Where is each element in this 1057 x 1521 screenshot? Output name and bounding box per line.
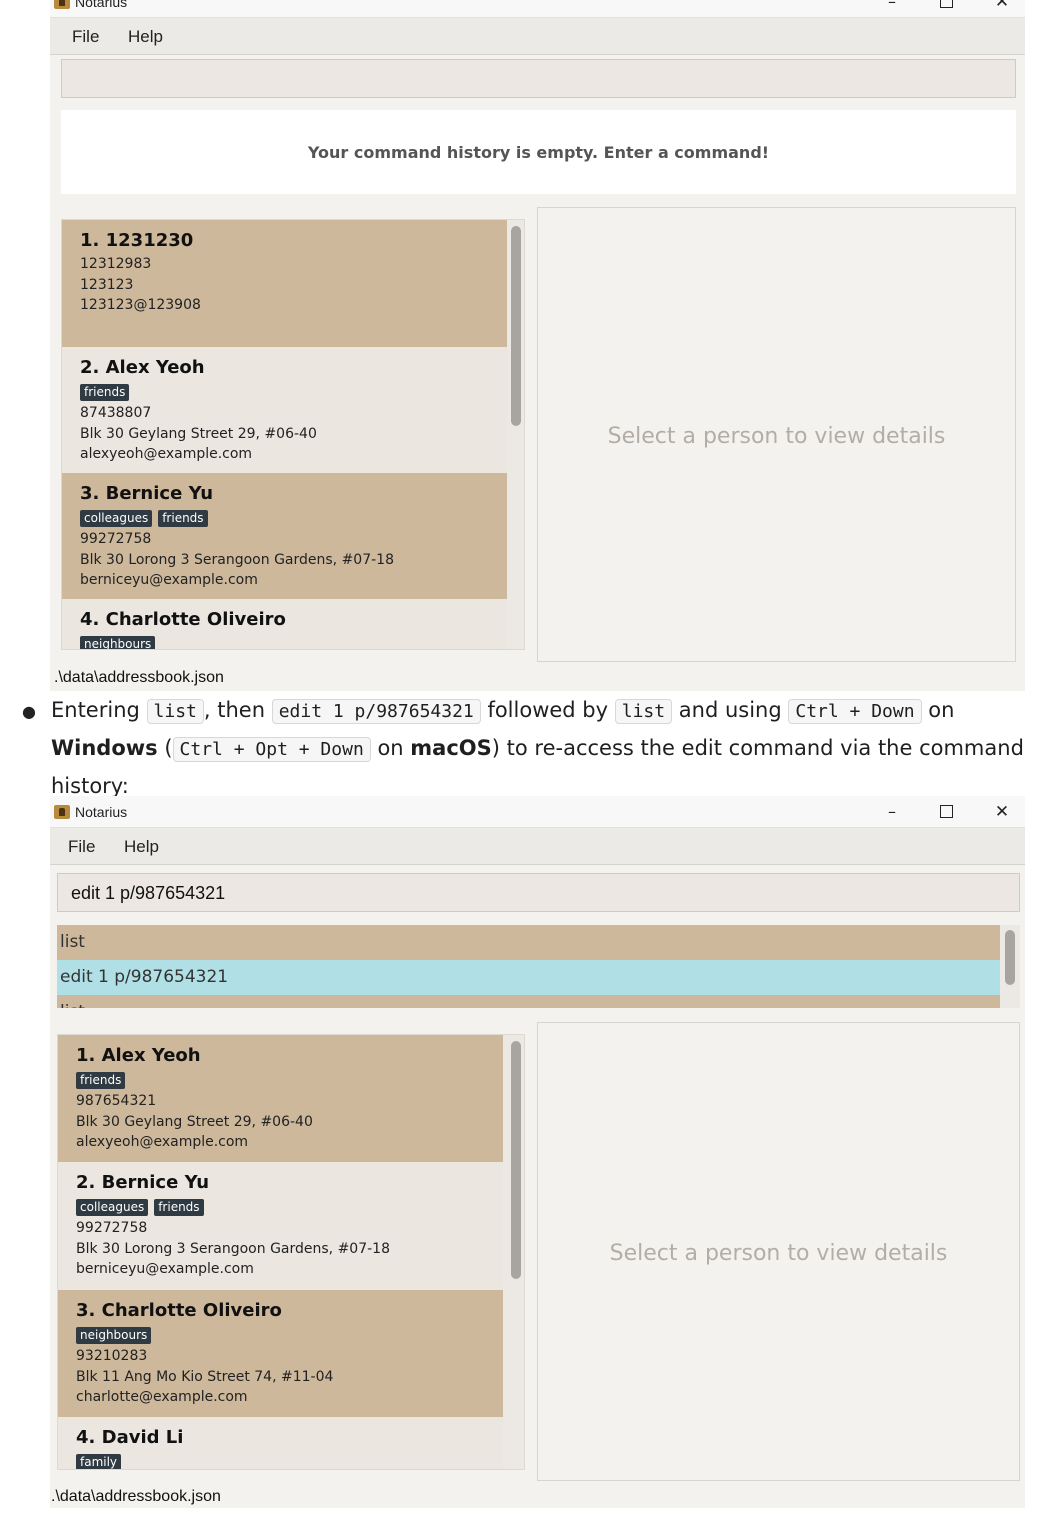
- tag-badge: neighbours: [80, 636, 156, 649]
- person-list[interactable]: 1. Alex Yeoh friends 987654321 Blk 30 Ge…: [57, 1034, 525, 1470]
- person-card[interactable]: 1. 1231230 12312983 123123 123123@123908: [62, 220, 507, 347]
- minimize-icon[interactable]: –: [872, 800, 912, 824]
- history-empty-message: Your command history is empty. Enter a c…: [307, 143, 770, 162]
- history-item[interactable]: list: [57, 995, 1000, 1008]
- command-input[interactable]: edit 1 p/987654321: [57, 873, 1020, 912]
- scrollbar-thumb[interactable]: [511, 226, 521, 426]
- person-name: 3. Charlotte Oliveiro: [76, 1300, 282, 1321]
- person-address: Blk 30 Geylang Street 29, #06-40: [80, 425, 317, 442]
- person-address: Blk 11 Ang Mo Kio Street 74, #11-04: [76, 1368, 334, 1385]
- detail-placeholder: Select a person to view details: [607, 424, 946, 449]
- code-edit: edit 1 p/987654321: [271, 699, 481, 724]
- close-icon[interactable]: ✕: [982, 0, 1022, 14]
- menu-file[interactable]: File: [72, 27, 99, 47]
- person-name: 4. Charlotte Oliveiro: [80, 609, 286, 630]
- person-phone: 12312983: [80, 256, 152, 272]
- title-bar: Notarius – ✕: [50, 0, 1025, 18]
- person-card[interactable]: 2. Bernice Yu colleagues friends 99272758…: [58, 1162, 503, 1290]
- menu-bar: File Help: [50, 18, 1025, 55]
- person-card[interactable]: 3. Charlotte Oliveiro neighbours 9321028…: [58, 1290, 503, 1417]
- maximize-icon[interactable]: [926, 0, 966, 14]
- code-list: list: [614, 699, 673, 724]
- person-email: berniceyu@example.com: [80, 572, 258, 588]
- code-ctrl-opt-down: Ctrl + Opt + Down: [172, 737, 371, 762]
- instruction-text: Entering list, then edit 1 p/987654321 f…: [51, 698, 1024, 798]
- detail-placeholder: Select a person to view details: [609, 1241, 948, 1266]
- code-list: list: [146, 699, 204, 724]
- scrollbar-thumb[interactable]: [1005, 930, 1015, 985]
- person-list[interactable]: 1. 1231230 12312983 123123 123123@123908…: [61, 219, 525, 650]
- menu-help[interactable]: Help: [128, 27, 163, 47]
- menu-file[interactable]: File: [68, 837, 95, 857]
- command-history-list[interactable]: list edit 1 p/987654321 list: [57, 925, 1020, 1008]
- person-email: alexyeoh@example.com: [80, 446, 253, 462]
- person-name: 2. Alex Yeoh: [80, 357, 205, 378]
- detail-panel: Select a person to view details: [537, 207, 1016, 662]
- person-name: 1. Alex Yeoh: [76, 1045, 201, 1066]
- person-email: 123123@123908: [80, 297, 201, 313]
- tag-badge: family: [76, 1454, 122, 1469]
- person-email: berniceyu@example.com: [76, 1261, 254, 1277]
- tag-badge: colleagues: [76, 1199, 149, 1216]
- person-phone: 99272758: [76, 1220, 148, 1236]
- menu-help[interactable]: Help: [124, 837, 159, 857]
- app-icon: [54, 0, 70, 9]
- command-history-panel: Your command history is empty. Enter a c…: [61, 110, 1016, 194]
- person-name: 4. David Li: [76, 1427, 184, 1448]
- person-card[interactable]: 4. Charlotte Oliveiro neighbours: [62, 599, 507, 649]
- status-bar-path: .\data\addressbook.json: [51, 1488, 221, 1505]
- person-address: Blk 30 Geylang Street 29, #06-40: [76, 1113, 313, 1130]
- tag-badge: neighbours: [76, 1327, 152, 1344]
- app-icon: [54, 805, 70, 819]
- scrollbar-thumb[interactable]: [511, 1041, 521, 1279]
- person-email: charlotte@example.com: [76, 1389, 248, 1405]
- tag-badge: friends: [158, 510, 208, 527]
- person-email: alexyeoh@example.com: [76, 1134, 249, 1150]
- person-phone: 87438807: [80, 405, 152, 421]
- code-ctrl-down: Ctrl + Down: [788, 699, 922, 724]
- tag-badge: friends: [76, 1072, 126, 1089]
- command-input[interactable]: [61, 59, 1016, 98]
- menu-bar: File Help: [50, 828, 1025, 865]
- history-item[interactable]: list: [57, 925, 1000, 960]
- history-item-selected[interactable]: edit 1 p/987654321: [57, 960, 1000, 995]
- tag-badge: colleagues: [80, 510, 153, 527]
- person-phone: 99272758: [80, 531, 152, 547]
- person-phone: 987654321: [76, 1093, 157, 1109]
- title-bar: Notarius – ✕: [50, 796, 1025, 828]
- person-card[interactable]: 3. Bernice Yu colleagues friends 99272758…: [62, 473, 507, 599]
- maximize-icon[interactable]: [926, 800, 966, 824]
- person-card[interactable]: 2. Alex Yeoh friends 87438807 Blk 30 Gey…: [62, 347, 507, 473]
- person-phone: 93210283: [76, 1348, 148, 1364]
- person-card[interactable]: 4. David Li family: [58, 1417, 503, 1469]
- person-name: 1. 1231230: [80, 230, 194, 251]
- window-title: Notarius: [75, 804, 128, 820]
- window-title: Notarius: [75, 0, 128, 10]
- tag-badge: friends: [80, 384, 130, 401]
- tag-badge: friends: [154, 1199, 204, 1216]
- app-window-1: Notarius – ✕ File Help Your command hist…: [50, 0, 1025, 691]
- person-address: Blk 30 Lorong 3 Serangoon Gardens, #07-1…: [80, 551, 394, 568]
- app-window-2: Notarius – ✕ File Help edit 1 p/98765432…: [50, 796, 1025, 1508]
- detail-panel: Select a person to view details: [537, 1022, 1020, 1481]
- close-icon[interactable]: ✕: [982, 800, 1022, 824]
- person-name: 2. Bernice Yu: [76, 1172, 210, 1193]
- person-card[interactable]: 1. Alex Yeoh friends 987654321 Blk 30 Ge…: [58, 1035, 503, 1162]
- status-bar-path: .\data\addressbook.json: [54, 669, 224, 686]
- person-name: 3. Bernice Yu: [80, 483, 214, 504]
- person-address: 123123: [80, 276, 134, 293]
- person-address: Blk 30 Lorong 3 Serangoon Gardens, #07-1…: [76, 1240, 390, 1257]
- bullet-icon: ●: [22, 702, 36, 721]
- minimize-icon[interactable]: –: [872, 0, 912, 14]
